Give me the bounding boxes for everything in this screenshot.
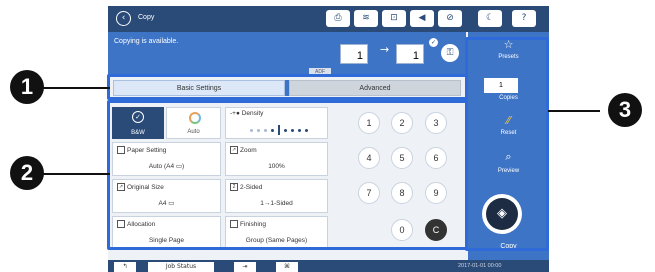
sleep-icon[interactable]: ☾	[478, 10, 502, 27]
callout-badge-3: 3	[608, 93, 642, 127]
nfc-icon[interactable]: ⊡	[382, 10, 406, 27]
callout-frame-actions	[465, 37, 549, 251]
callout-badge-1: 1	[10, 70, 44, 104]
bottom-bar: ↰ Job Status ⇥ ⌘ 2017-01-01 00:00	[108, 260, 549, 272]
arrow-right-icon: →	[380, 43, 390, 56]
callout-frame-tabs	[107, 74, 468, 100]
printer-icon[interactable]: ⎙	[326, 10, 350, 27]
status-message: Copying is available.	[114, 38, 179, 45]
originals-count: 1	[340, 44, 368, 64]
callout-line-3	[548, 110, 600, 112]
callout-line-1	[40, 87, 110, 89]
screen-title: Copy	[138, 14, 155, 21]
stop-icon[interactable]: ⇥	[234, 262, 256, 272]
job-status-button[interactable]: Job Status	[148, 262, 214, 272]
top-bar: ‹ Copy ⎙ ≋ ⊡ ◀ ⊘ ☾ ?	[108, 6, 549, 32]
callout-frame-settings	[107, 100, 468, 250]
no-wifi-icon[interactable]: ⊘	[438, 10, 462, 27]
copies-out-count: 1	[396, 44, 424, 64]
sound-icon[interactable]: ◀	[410, 10, 434, 27]
callout-line-2	[40, 173, 110, 175]
back-icon[interactable]: ‹	[116, 11, 131, 26]
callout-badge-2: 2	[10, 156, 44, 190]
settings-icon[interactable]: ⌘	[276, 262, 298, 272]
status-area: Copying is available. 1 → 1 ADF ✓ ⚿	[108, 32, 466, 77]
wifi-icon[interactable]: ≋	[354, 10, 378, 27]
check-icon: ✓	[429, 38, 438, 47]
help-icon[interactable]: ?	[512, 10, 536, 27]
home-icon[interactable]: ↰	[114, 262, 136, 272]
lock-icon[interactable]: ⚿	[441, 44, 459, 62]
timestamp: 2017-01-01 00:00	[458, 263, 502, 269]
